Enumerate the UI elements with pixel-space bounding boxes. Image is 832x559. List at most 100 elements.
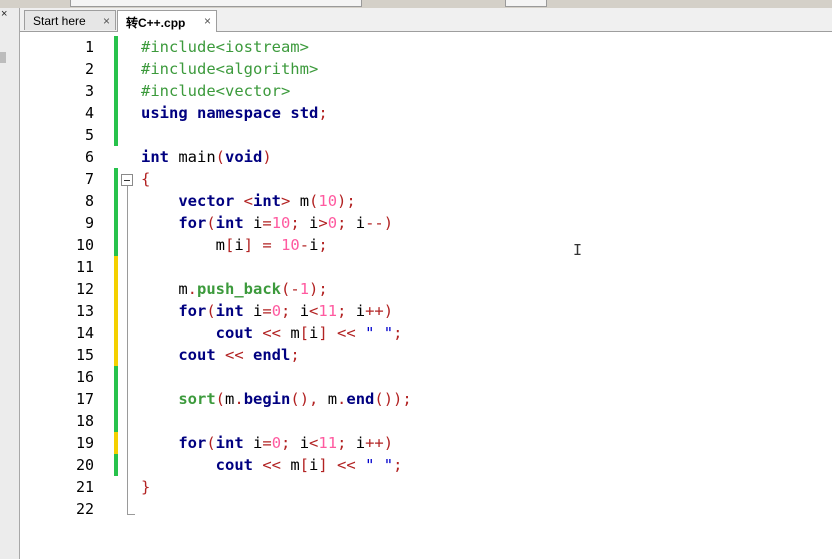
code-token: i: [299, 214, 319, 232]
code-token: end: [346, 390, 375, 408]
code-token: }: [141, 478, 151, 496]
code-line[interactable]: for(int i=0; i<11; i++): [141, 432, 832, 454]
code-token: int: [253, 192, 282, 210]
code-token: <<: [337, 324, 356, 342]
code-token: #include<algorithm>: [141, 60, 319, 78]
code-line[interactable]: [141, 410, 832, 432]
line-number: 20: [75, 456, 94, 474]
code-line[interactable]: for(int i=0; i<11; i++): [141, 300, 832, 322]
code-line[interactable]: [141, 256, 832, 278]
code-line[interactable]: vector <int> m(10);: [141, 190, 832, 212]
code-token: ;: [337, 434, 347, 452]
management-pane: ×: [0, 8, 20, 559]
close-tab-icon[interactable]: ×: [103, 14, 110, 28]
change-bar: [114, 322, 118, 344]
code-line[interactable]: sort(m.begin(), m.end());: [141, 388, 832, 410]
code-token: i: [290, 434, 310, 452]
code-token: <<: [262, 456, 281, 474]
code-token: =: [262, 302, 272, 320]
code-token: ;: [393, 456, 403, 474]
change-bar: [114, 256, 118, 278]
code-token: i: [234, 236, 244, 254]
pane-edge-mark: [0, 52, 6, 63]
code-token: #include<vector>: [141, 82, 291, 100]
code-line[interactable]: m.push_back(-1);: [141, 278, 832, 300]
code-token: namespace: [197, 104, 282, 122]
code-token: i: [243, 214, 263, 232]
code-token: for: [178, 214, 207, 232]
line-number: 6: [84, 148, 94, 166]
code-token: " ": [365, 456, 394, 474]
line-number: 21: [75, 478, 94, 496]
code-token: ;: [318, 236, 328, 254]
code-token: vector: [178, 192, 235, 210]
code-token: (-: [281, 280, 300, 298]
code-line[interactable]: cout << m[i] << " ";: [141, 322, 832, 344]
code-editor[interactable]: I 1 #include<iostream> 2 #include<algorithm…: [20, 32, 832, 559]
code-token: --): [365, 214, 394, 232]
code-token: void: [225, 148, 263, 166]
code-token: begin: [243, 390, 291, 408]
tab-cpp-file[interactable]: 转C++.cpp ×: [117, 10, 217, 32]
line-number: 16: [75, 368, 94, 386]
code-line[interactable]: for(int i=10; i>0; i--): [141, 212, 832, 234]
code-token: i: [243, 302, 263, 320]
line-number: 3: [84, 82, 94, 100]
code-line[interactable]: #include<vector>: [141, 80, 832, 102]
fold-collapse-icon[interactable]: [121, 174, 133, 186]
code-token: 11: [318, 302, 338, 320]
code-token: <: [309, 434, 319, 452]
code-line[interactable]: [141, 124, 832, 146]
tab-label: 转C++.cpp: [126, 16, 186, 30]
code-token: 10: [318, 192, 338, 210]
code-line[interactable]: #include<algorithm>: [141, 58, 832, 80]
code-line[interactable]: m[i] = 10-i;: [141, 234, 832, 256]
code-line[interactable]: #include<iostream>: [141, 36, 832, 58]
code-token: int: [215, 434, 244, 452]
code-token: i: [346, 214, 366, 232]
code-token: <<: [225, 346, 244, 364]
code-token: =: [262, 236, 272, 254]
code-token: =: [262, 434, 272, 452]
line-number: 14: [75, 324, 94, 342]
code-token: ());: [374, 390, 412, 408]
code-line[interactable]: [141, 366, 832, 388]
code-token: ): [262, 148, 272, 166]
code-token: 10: [271, 214, 291, 232]
code-token: ++): [365, 302, 394, 320]
code-line[interactable]: [141, 498, 832, 520]
code-line[interactable]: using namespace std;: [141, 102, 832, 124]
toolbar-combo[interactable]: [70, 0, 362, 7]
line-number: 5: [84, 126, 94, 144]
code-token: m: [281, 324, 300, 342]
tab-start-here[interactable]: Start here ×: [24, 10, 116, 30]
code-line[interactable]: cout << m[i] << " ";: [141, 454, 832, 476]
code-line[interactable]: int main(void): [141, 146, 832, 168]
line-number: 13: [75, 302, 94, 320]
change-bar: [114, 190, 118, 212]
toolbar-button[interactable]: [505, 0, 547, 7]
code-line[interactable]: {: [141, 168, 832, 190]
code-token: ;: [318, 104, 328, 122]
code-line[interactable]: }: [141, 476, 832, 498]
close-pane-icon[interactable]: ×: [1, 8, 7, 20]
code-token: ++): [365, 434, 394, 452]
close-tab-icon[interactable]: ×: [204, 14, 211, 28]
editor-tab-bar: Start here × 转C++.cpp ×: [20, 8, 832, 32]
code-line[interactable]: cout << endl;: [141, 344, 832, 366]
code-token: (: [215, 390, 225, 408]
code-token: (: [206, 434, 216, 452]
code-token: for: [178, 302, 207, 320]
code-token: cout: [215, 456, 253, 474]
